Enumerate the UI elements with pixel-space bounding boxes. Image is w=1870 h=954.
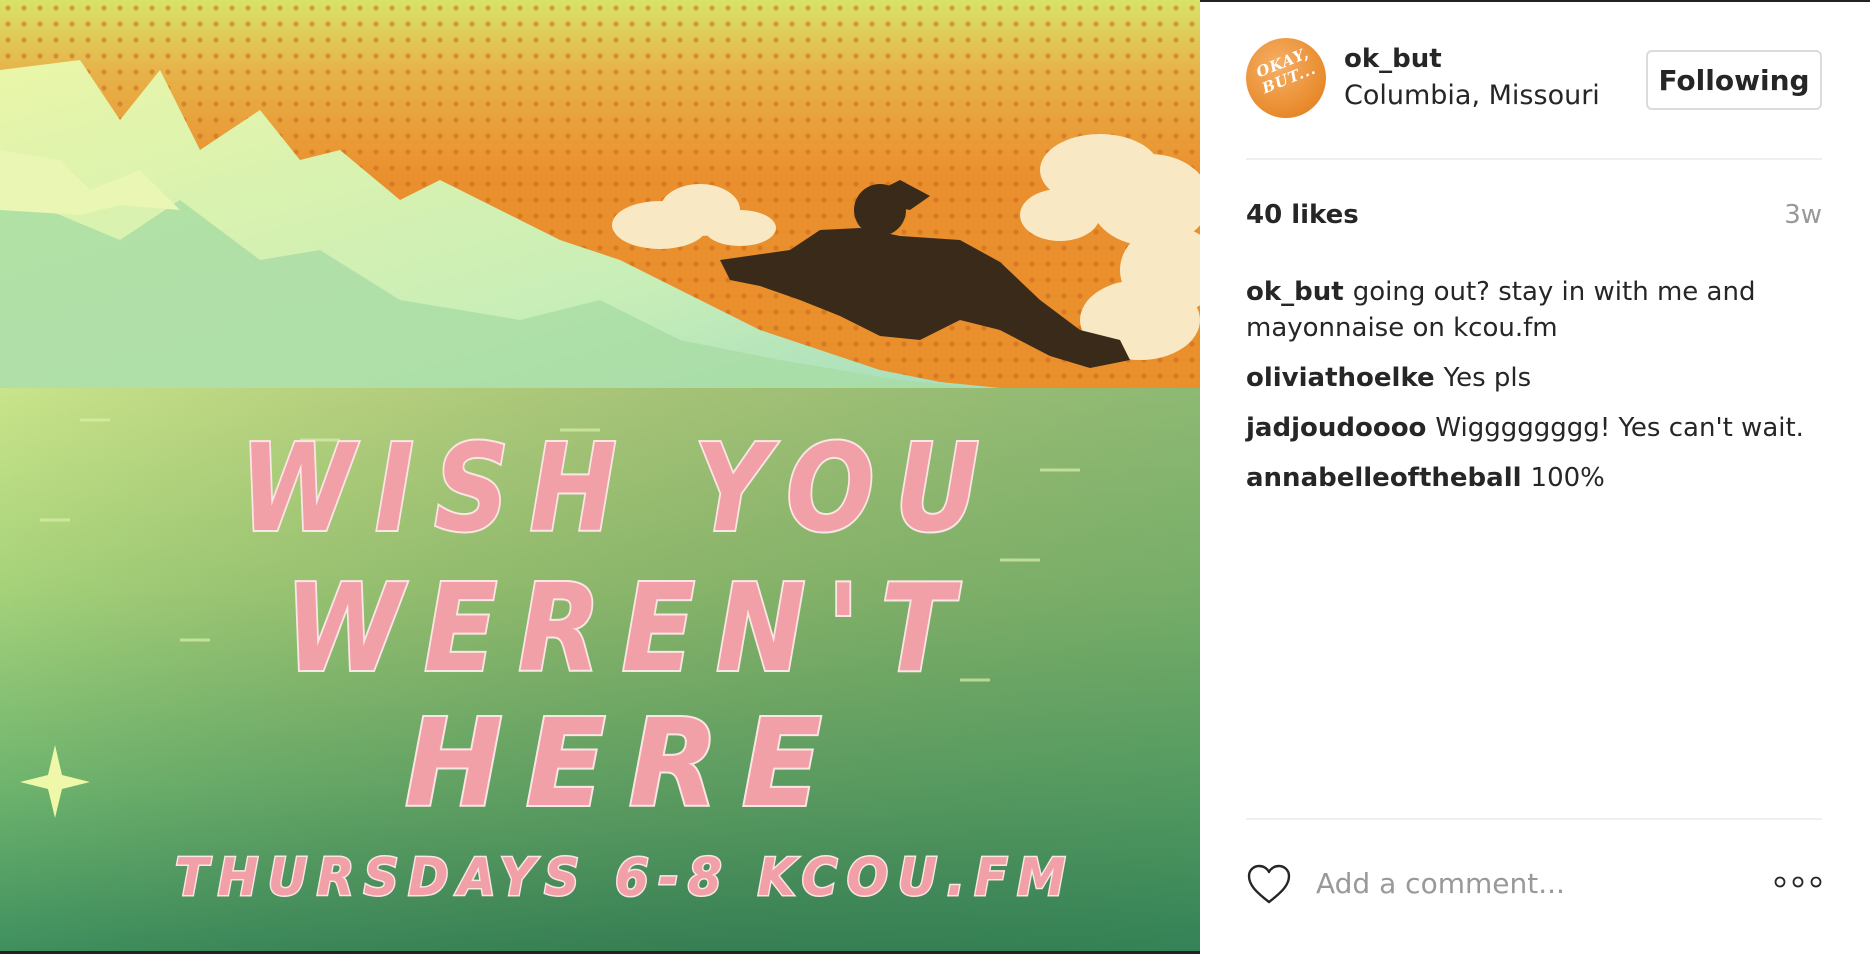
username-link[interactable]: ok_but	[1344, 44, 1442, 74]
comment-text: 100%	[1530, 463, 1605, 493]
comment-username[interactable]: ok_but	[1246, 277, 1344, 307]
comment-item: ok_but going out? stay in with me and may…	[1246, 274, 1822, 346]
comment-username[interactable]: oliviathoelke	[1246, 363, 1435, 393]
comment-username[interactable]: annabelleoftheball	[1246, 463, 1522, 493]
location-link[interactable]: Columbia, Missouri	[1344, 80, 1600, 111]
headline-tagline: THURSDAYS 6-8 KCOU.FM	[175, 848, 1075, 908]
likes-count[interactable]: 40 likes	[1246, 200, 1359, 230]
comment-text: Wigggggggg! Yes can't wait.	[1435, 413, 1804, 443]
comment-item: jadjoudoooo Wigggggggg! Yes can't wait.	[1246, 410, 1822, 446]
post-header: OKAY, BUT... ok_but Columbia, Missouri F…	[1246, 38, 1822, 120]
avatar[interactable]: OKAY, BUT...	[1246, 38, 1326, 118]
header-divider	[1246, 158, 1822, 160]
headline-line-3: HERE	[405, 695, 845, 834]
post-sidebar: OKAY, BUT... ok_but Columbia, Missouri F…	[1200, 0, 1870, 954]
footer-divider	[1246, 818, 1822, 820]
more-options-icon[interactable]	[1774, 874, 1822, 890]
comment-input[interactable]	[1316, 864, 1736, 902]
headline-line-1: WISH YOU	[240, 420, 1000, 559]
post-image[interactable]: WISH YOU WEREN'T HERE THURSDAYS 6-8 KCOU…	[0, 0, 1200, 954]
headline-line-2: WEREN'T	[285, 560, 975, 699]
comment-item: oliviathoelke Yes pls	[1246, 360, 1822, 396]
comment-text: Yes pls	[1443, 363, 1532, 393]
post-timestamp[interactable]: 3w	[1784, 200, 1822, 230]
comment-item: annabelleoftheball 100%	[1246, 460, 1822, 496]
comment-bar	[1246, 860, 1822, 910]
avatar-logo-text: OKAY, BUT...	[1253, 43, 1319, 98]
following-button[interactable]: Following	[1646, 50, 1822, 110]
comment-list: ok_but going out? stay in with me and may…	[1246, 274, 1822, 510]
comment-username[interactable]: jadjoudoooo	[1246, 413, 1426, 443]
heart-icon[interactable]	[1246, 863, 1292, 905]
